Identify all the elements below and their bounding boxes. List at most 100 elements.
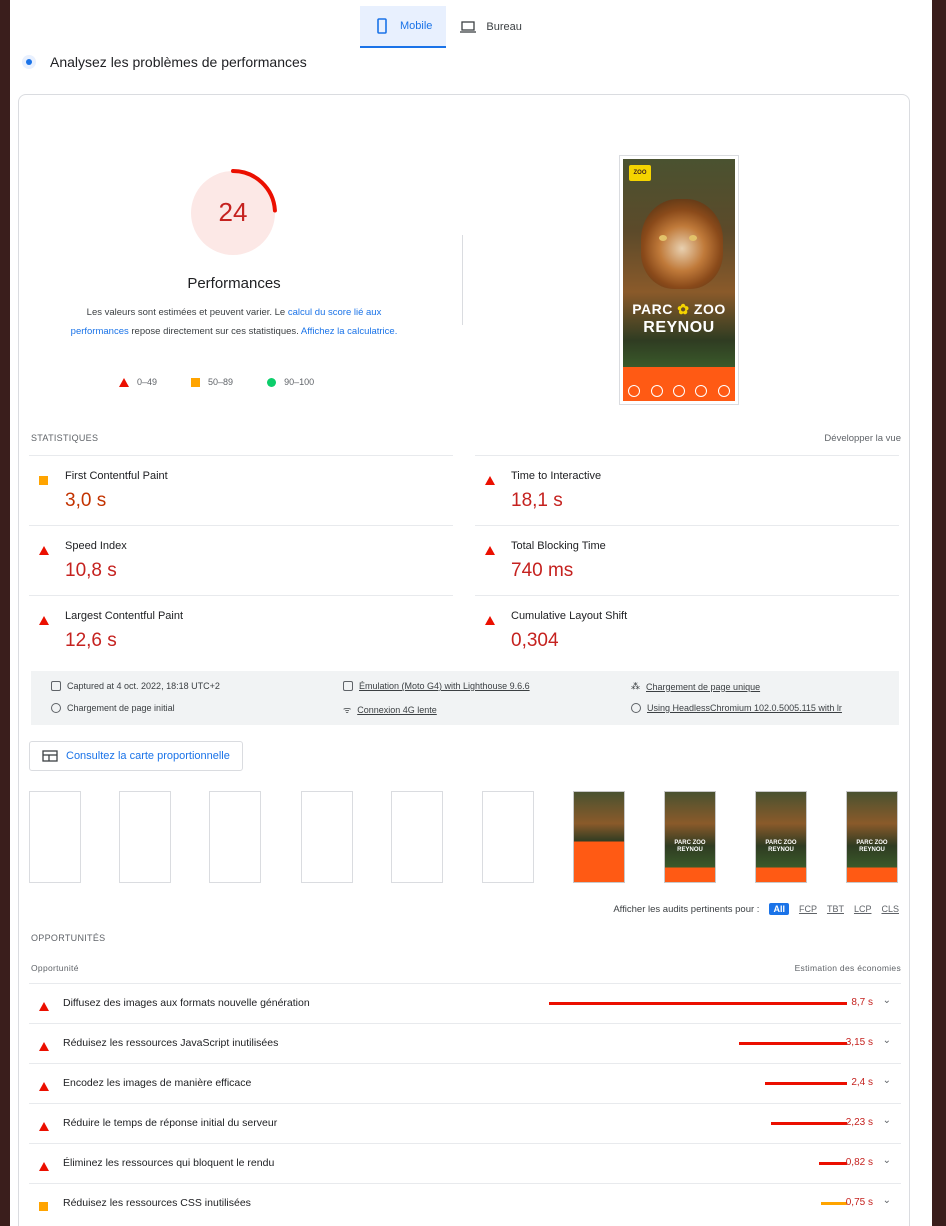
- metric-name: Time to Interactive: [511, 470, 602, 482]
- screenshot-title-line2: REYNOU: [643, 319, 715, 336]
- tiger-image: [641, 199, 723, 289]
- triangle-icon: [39, 1122, 49, 1131]
- info-connection[interactable]: ᯤ Connexion 4G lente: [343, 703, 437, 716]
- filmstrip-frame: [29, 791, 81, 883]
- filter-tbt[interactable]: TBT: [827, 904, 844, 914]
- audit-filters: Afficher les audits pertinents pour : Al…: [613, 903, 899, 915]
- status-dot-icon: [22, 55, 36, 69]
- tab-mobile[interactable]: Mobile: [360, 6, 447, 48]
- info-emulation-text[interactable]: Émulation (Moto G4) with Lighthouse 9.6.…: [359, 681, 530, 691]
- calculator-link[interactable]: Affichez la calculatrice.: [301, 326, 397, 337]
- chevron-down-icon[interactable]: ⌄: [883, 1115, 891, 1126]
- vertical-divider: [462, 235, 463, 325]
- metric-value: 12,6 s: [65, 630, 117, 651]
- opportunity-status-icon: [39, 1118, 49, 1136]
- savings-bar: [818, 1162, 847, 1165]
- pagespeed-report: Mobile Bureau Analysez les problèmes de …: [10, 0, 932, 1226]
- screenshot-title-line1: PARC ✿ ZOO: [632, 301, 726, 317]
- run-info: Captured at 4 oct. 2022, 18:18 UTC+2 Cha…: [31, 671, 899, 725]
- opportunity-title: Éliminez les ressources qui bloquent le …: [63, 1157, 275, 1169]
- opportunity-column-header: Opportunité: [31, 963, 79, 973]
- opportunity-title: Diffusez des images aux formats nouvelle…: [63, 997, 310, 1009]
- timer-icon: [51, 703, 61, 713]
- triangle-icon: [39, 1162, 49, 1171]
- calendar-icon: [51, 681, 61, 691]
- legend-average-label: 50–89: [208, 377, 234, 387]
- metric-name: Cumulative Layout Shift: [511, 610, 628, 622]
- savings-bar: [770, 1122, 847, 1125]
- metric-value: 3,0 s: [65, 490, 107, 511]
- metric-lcp: Largest Contentful Paint 12,6 s: [29, 595, 453, 665]
- metric-value: 18,1 s: [511, 490, 563, 511]
- wifi-icon: ᯤ: [343, 705, 352, 715]
- chevron-down-icon[interactable]: ⌄: [883, 1155, 891, 1166]
- info-captured: Captured at 4 oct. 2022, 18:18 UTC+2: [51, 681, 220, 691]
- metric-value: 10,8 s: [65, 560, 117, 581]
- filmstrip-frame-text: PARC ZOO REYNOU: [765, 840, 797, 853]
- opportunity-row[interactable]: Réduire le temps de réponse initial du s…: [29, 1103, 901, 1143]
- info-single-load[interactable]: ⁂ Chargement de page unique: [631, 681, 760, 692]
- filters-label: Afficher les audits pertinents pour :: [613, 903, 760, 915]
- tab-desktop[interactable]: Bureau: [446, 6, 535, 48]
- filmstrip-frame-text: PARC ZOO REYNOU: [856, 840, 888, 853]
- headline-text: Analysez les problèmes de performances: [50, 54, 307, 70]
- triangle-icon: [119, 377, 129, 387]
- savings-value: 0,82 s: [845, 1157, 873, 1168]
- opportunity-title: Réduisez les ressources CSS inutilisées: [63, 1197, 251, 1209]
- filter-cls[interactable]: CLS: [881, 904, 899, 914]
- info-emulation[interactable]: Émulation (Moto G4) with Lighthouse 9.6.…: [343, 681, 530, 691]
- filmstrip-frame: [119, 791, 171, 883]
- score-legend: 0–49 50–89 90–100: [119, 377, 314, 387]
- metric-name: Speed Index: [65, 540, 127, 552]
- filter-fcp[interactable]: FCP: [799, 904, 817, 914]
- legend-pass-label: 90–100: [284, 377, 315, 387]
- screenshot-line1b: ZOO: [693, 301, 726, 317]
- opportunity-row[interactable]: Éliminez les ressources qui bloquent le …: [29, 1143, 901, 1183]
- zoo-logo: ZOO: [629, 165, 651, 181]
- nav-icon: [650, 385, 663, 397]
- chevron-down-icon[interactable]: ⌄: [883, 1075, 891, 1086]
- browser-icon: [631, 703, 641, 713]
- triangle-icon: [485, 546, 495, 555]
- expand-view-link[interactable]: Développer la vue: [824, 433, 901, 444]
- filter-all[interactable]: All: [769, 903, 789, 915]
- savings-bar: [549, 1002, 847, 1005]
- info-browser-text[interactable]: Using HeadlessChromium 102.0.5005.115 wi…: [647, 703, 842, 713]
- square-icon: [39, 1202, 48, 1211]
- chevron-down-icon[interactable]: ⌄: [883, 1035, 891, 1046]
- tab-desktop-label: Bureau: [486, 21, 522, 33]
- info-browser[interactable]: Using HeadlessChromium 102.0.5005.115 wi…: [631, 703, 842, 713]
- metric-cls: Cumulative Layout Shift 0,304: [475, 595, 899, 665]
- opportunity-status-icon: [39, 998, 49, 1016]
- nav-icon: [695, 385, 708, 397]
- metric-status-icon: [39, 472, 48, 490]
- info-connection-text[interactable]: Connexion 4G lente: [357, 705, 437, 715]
- metric-status-icon: [39, 612, 49, 630]
- report-card: 24 Performances Les valeurs sont estimée…: [18, 94, 910, 1226]
- score-desc-text-1: Les valeurs sont estimées et peuvent var…: [86, 307, 288, 318]
- metric-tti: Time to Interactive 18,1 s: [475, 455, 899, 525]
- triangle-icon: [39, 616, 49, 625]
- opportunity-title: Encodez les images de manière efficace: [63, 1077, 252, 1089]
- savings-value: 3,15 s: [845, 1037, 873, 1048]
- filter-lcp[interactable]: LCP: [854, 904, 872, 914]
- chevron-down-icon[interactable]: ⌄: [883, 995, 891, 1006]
- opportunity-title: Réduisez les ressources JavaScript inuti…: [63, 1037, 279, 1049]
- triangle-icon: [39, 1042, 49, 1051]
- metric-fcp: First Contentful Paint 3,0 s: [29, 455, 453, 525]
- opportunity-row[interactable]: Réduisez les ressources CSS inutilisées 0…: [29, 1183, 901, 1223]
- treemap-button[interactable]: Consultez la carte proportionnelle: [29, 741, 243, 771]
- screenshot-image: ZOO PARC ✿ ZOO REYNOU: [623, 159, 735, 401]
- opportunity-row[interactable]: Diffusez des images aux formats nouvelle…: [29, 983, 901, 1023]
- legend-fail-label: 0–49: [137, 377, 158, 387]
- chevron-down-icon[interactable]: ⌄: [883, 1195, 891, 1206]
- filmstrip-frame: [573, 791, 625, 883]
- filmstrip-frame: PARC ZOO REYNOU: [664, 791, 716, 883]
- savings-value: 8,7 s: [851, 997, 873, 1008]
- opportunity-row[interactable]: Réduisez les ressources JavaScript inuti…: [29, 1023, 901, 1063]
- legend-pass: 90–100: [267, 377, 314, 387]
- device-icon: [343, 681, 353, 691]
- tab-mobile-label: Mobile: [400, 20, 433, 32]
- opportunity-row[interactable]: Encodez les images de manière efficace 2,…: [29, 1063, 901, 1103]
- info-single-load-text[interactable]: Chargement de page unique: [646, 682, 760, 692]
